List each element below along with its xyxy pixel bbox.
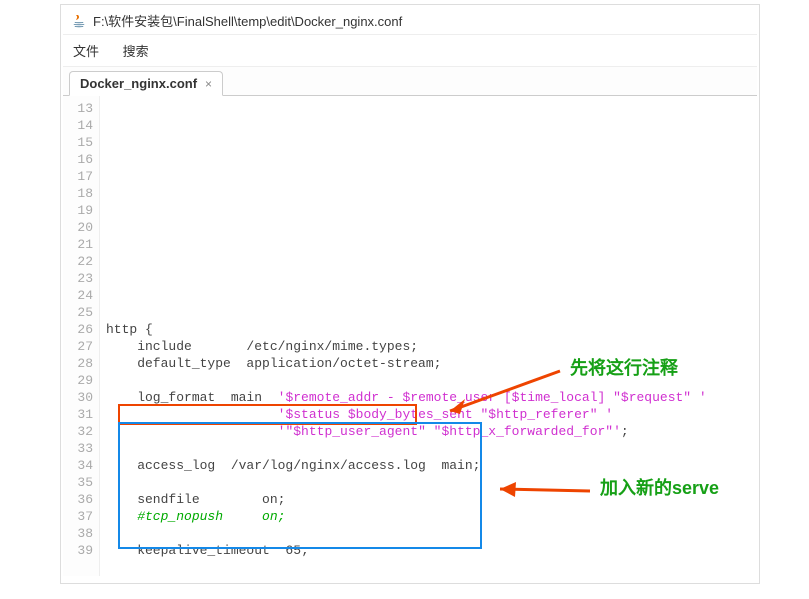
- menu-file[interactable]: 文件: [73, 44, 99, 59]
- code-line: [106, 525, 757, 542]
- line-number: 27: [63, 338, 93, 355]
- code-line: [106, 559, 757, 576]
- line-number: 18: [63, 185, 93, 202]
- line-number: 28: [63, 355, 93, 372]
- line-number: 30: [63, 389, 93, 406]
- line-number-gutter: 1314151617181920212223242526272829303132…: [63, 96, 100, 576]
- line-number: 38: [63, 525, 93, 542]
- code-line: keepalive_timeout 65;: [106, 542, 757, 559]
- line-number: 31: [63, 406, 93, 423]
- code-line: [106, 440, 757, 457]
- line-number: 22: [63, 253, 93, 270]
- line-number: 15: [63, 134, 93, 151]
- code-line: [106, 304, 757, 321]
- line-number: 33: [63, 440, 93, 457]
- close-icon[interactable]: ×: [205, 77, 212, 91]
- line-number: 13: [63, 100, 93, 117]
- line-number: 14: [63, 117, 93, 134]
- code-area[interactable]: 先将这行注释 加入新的serve http { include /etc/ngi…: [100, 96, 757, 576]
- window-path: F:\软件安装包\FinalShell\temp\edit\Docker_ngi…: [93, 11, 402, 30]
- line-number: 19: [63, 202, 93, 219]
- line-number: 29: [63, 372, 93, 389]
- java-icon: [71, 13, 87, 29]
- code-line: http {: [106, 321, 757, 338]
- title-bar: F:\软件安装包\FinalShell\temp\edit\Docker_ngi…: [63, 7, 757, 35]
- tab-strip: Docker_nginx.conf ×: [63, 67, 757, 96]
- line-number: 26: [63, 321, 93, 338]
- tab-label: Docker_nginx.conf: [80, 76, 197, 91]
- code-editor[interactable]: 1314151617181920212223242526272829303132…: [63, 96, 757, 576]
- line-number: 24: [63, 287, 93, 304]
- menu-bar: 文件 搜索: [63, 35, 757, 67]
- annotation-bottom: 加入新的serve: [600, 480, 719, 497]
- menu-search[interactable]: 搜索: [123, 44, 149, 59]
- line-number: 21: [63, 236, 93, 253]
- line-number: 23: [63, 270, 93, 287]
- code-line: '$status $body_bytes_sent "$http_referer…: [106, 406, 757, 423]
- line-number: 36: [63, 491, 93, 508]
- line-number: 17: [63, 168, 93, 185]
- code-line: #tcp_nopush on;: [106, 508, 757, 525]
- tab-active[interactable]: Docker_nginx.conf ×: [69, 71, 223, 96]
- line-number: 25: [63, 304, 93, 321]
- code-line: access_log /var/log/nginx/access.log mai…: [106, 457, 757, 474]
- line-number: 37: [63, 508, 93, 525]
- line-number: 34: [63, 457, 93, 474]
- annotation-top: 先将这行注释: [570, 360, 678, 377]
- code-line: include /etc/nginx/mime.types;: [106, 338, 757, 355]
- code-line: log_format main '$remote_addr - $remote_…: [106, 389, 757, 406]
- editor-window: F:\软件安装包\FinalShell\temp\edit\Docker_ngi…: [60, 4, 760, 584]
- line-number: 39: [63, 542, 93, 559]
- line-number: 20: [63, 219, 93, 236]
- line-number: 32: [63, 423, 93, 440]
- line-number: 35: [63, 474, 93, 491]
- line-number: 16: [63, 151, 93, 168]
- code-line: '"$http_user_agent" "$http_x_forwarded_f…: [106, 423, 757, 440]
